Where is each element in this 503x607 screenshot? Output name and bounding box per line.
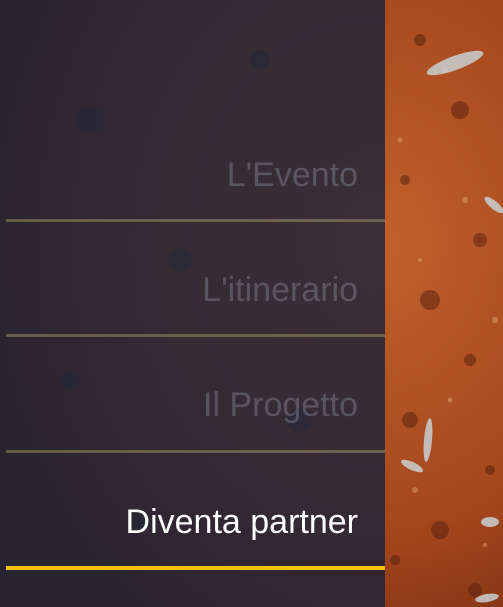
menu-divider <box>6 450 385 453</box>
active-item-underline <box>6 566 385 570</box>
menu-item-evento[interactable]: L'Evento <box>0 155 385 195</box>
menu-item-itinerario[interactable]: L'itinerario <box>0 270 385 310</box>
navigation-menu-panel: L'Evento L'itinerario Il Progetto Divent… <box>0 0 385 607</box>
menu-divider <box>6 334 385 337</box>
menu-item-diventa-partner[interactable]: Diventa partner <box>0 502 385 542</box>
menu-item-progetto[interactable]: Il Progetto <box>0 385 385 425</box>
menu-divider <box>6 219 385 222</box>
